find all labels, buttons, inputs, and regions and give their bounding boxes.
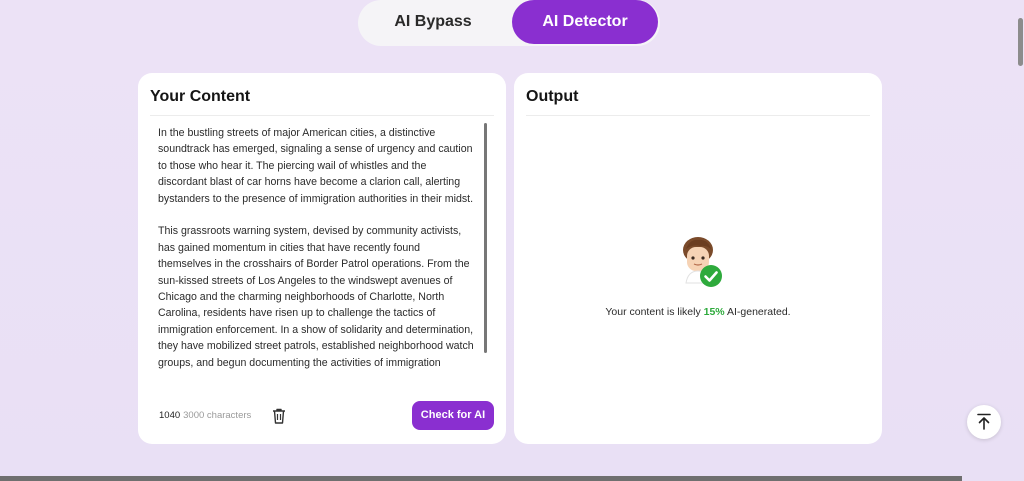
textarea-scrollbar[interactable] (484, 123, 487, 353)
char-count: 1040 (159, 410, 181, 421)
input-panel: Your Content In the bustling streets of … (138, 73, 506, 444)
output-panel-divider (526, 115, 870, 116)
tab-ai-bypass[interactable]: AI Bypass (358, 0, 508, 44)
char-limit: 3000 characters (183, 410, 252, 421)
output-panel-title: Output (526, 88, 579, 105)
content-paragraph: This grassroots warning system, devised … (158, 225, 474, 369)
result-suffix: AI-generated. (724, 306, 791, 318)
result-percent: 15% (703, 306, 725, 318)
result-prefix: Your content is likely (605, 306, 704, 318)
mode-toggle: AI Bypass AI Detector (358, 0, 660, 46)
character-counter: 1040 3000 characters (159, 410, 251, 421)
check-for-ai-button[interactable]: Check for AI (412, 401, 494, 430)
input-panel-title: Your Content (150, 88, 251, 105)
verified-user-avatar-icon (678, 233, 726, 289)
output-panel: Output Your content is likely 15% AI-gen… (514, 73, 882, 444)
detection-result: Your content is likely 15% AI-generated. (514, 306, 882, 318)
page-horizontal-scrollbar[interactable] (0, 476, 962, 481)
content-paragraph: In the bustling streets of major America… (158, 127, 474, 205)
trash-icon[interactable] (272, 408, 286, 424)
tab-ai-detector[interactable]: AI Detector (512, 0, 658, 44)
arrow-up-icon (977, 413, 991, 430)
input-panel-divider (150, 115, 494, 116)
page-vertical-scrollbar[interactable] (1018, 18, 1023, 66)
content-textarea[interactable]: In the bustling streets of major America… (158, 125, 474, 403)
scroll-to-top-button[interactable] (967, 405, 1001, 439)
